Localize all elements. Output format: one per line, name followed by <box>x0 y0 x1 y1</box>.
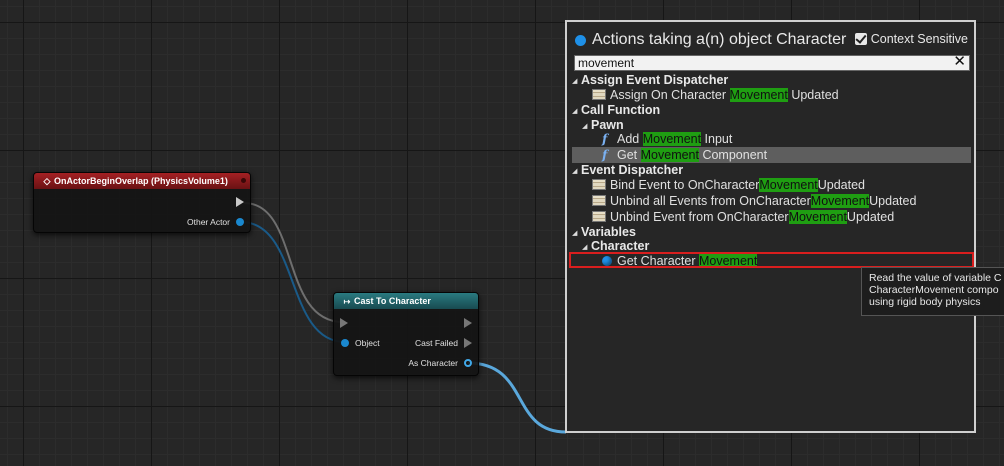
event-dispatcher-icon <box>592 211 606 222</box>
tree-category[interactable]: ◢ Call Function <box>572 102 971 118</box>
event-dispatcher-icon <box>592 89 606 100</box>
event-dispatcher-icon <box>592 179 606 190</box>
event-node-title: OnActorBeginOverlap (PhysicsVolume1) <box>54 176 228 186</box>
category-label: Assign Event Dispatcher <box>581 73 729 87</box>
as-character-label: As Character <box>408 358 458 368</box>
search-match-highlight: Movement <box>642 132 702 146</box>
action-item[interactable]: Assign On Character Movement Updated <box>572 87 971 103</box>
action-label-text: Updated <box>869 194 917 208</box>
action-item[interactable]: Bind Event to OnCharacterMovementUpdated <box>572 177 971 193</box>
action-item[interactable]: f Get Movement Component <box>572 147 971 163</box>
event-replication-icon <box>241 178 246 183</box>
tooltip-line: Read the value of variable C <box>869 272 1002 284</box>
tooltip-line: CharacterMovement compo <box>869 284 999 296</box>
exec-wire <box>243 202 344 323</box>
actions-menu-panel[interactable]: Actions taking a(n) object Character Con… <box>565 20 976 433</box>
category-label: Pawn <box>591 118 624 132</box>
search-input-value: movement <box>578 56 635 70</box>
action-label-text: Unbind Event from OnCharacter <box>610 210 789 224</box>
search-input[interactable]: movement ✕ <box>574 54 970 71</box>
action-label-text: Component <box>698 148 768 162</box>
cast-node-header[interactable]: ↦ Cast To Character <box>334 293 478 309</box>
tree-category[interactable]: ◢ Event Dispatcher <box>572 162 971 178</box>
exec-in-pin-icon[interactable] <box>340 318 348 328</box>
other-actor-pin-row[interactable]: Other Actor <box>187 217 244 227</box>
object-pin-row[interactable]: Object <box>341 338 380 348</box>
cast-failed-pin-row[interactable]: Cast Failed <box>415 338 472 348</box>
event-dispatcher-icon <box>592 195 606 206</box>
category-label: Variables <box>581 225 636 239</box>
object-label: Object <box>355 338 380 348</box>
tree-category[interactable]: ◢ Assign Event Dispatcher <box>572 72 971 88</box>
action-label-text: Assign On Character <box>610 88 730 102</box>
cast-node-title: Cast To Character <box>354 296 431 306</box>
as-character-wire <box>467 361 567 434</box>
context-sensitive-label: Context Sensitive <box>870 32 968 46</box>
cast-arrow-icon: ↦ <box>343 297 351 306</box>
cast-failed-label: Cast Failed <box>415 338 458 348</box>
object-type-dot-icon <box>575 34 586 46</box>
exec-out-pin-icon[interactable] <box>464 318 472 328</box>
other-actor-label: Other Actor <box>187 217 230 227</box>
other-actor-wire <box>240 221 346 343</box>
action-label-text: Bind Event to OnCharacter <box>610 178 760 192</box>
exec-out-pin-icon[interactable] <box>236 197 244 207</box>
category-label: Event Dispatcher <box>581 163 684 177</box>
category-label: Character <box>591 239 650 253</box>
category-label: Call Function <box>581 103 661 117</box>
search-match-highlight: Movement <box>729 88 788 102</box>
highlight-annotation-box <box>569 252 974 268</box>
event-node-header[interactable]: ◇ OnActorBeginOverlap (PhysicsVolume1) <box>34 173 250 189</box>
as-character-pin-row[interactable]: As Character <box>408 358 472 368</box>
panel-title: Actions taking a(n) object Character <box>592 31 847 48</box>
cast-failed-pin-icon[interactable] <box>464 338 472 348</box>
function-icon: f <box>602 147 608 162</box>
other-actor-pin-icon[interactable] <box>236 218 244 226</box>
cast-exec-in[interactable] <box>340 318 348 328</box>
action-item[interactable]: f Add Movement Input <box>572 131 971 147</box>
cast-exec-out[interactable] <box>464 318 472 328</box>
context-sensitive-toggle[interactable]: Context Sensitive <box>854 32 968 46</box>
search-match-highlight: Movement <box>640 148 699 162</box>
action-label-text: Updated <box>787 88 839 102</box>
action-label-text: Updated <box>846 210 895 224</box>
search-match-highlight: Movement <box>759 178 818 192</box>
event-exec-out[interactable] <box>236 197 244 207</box>
function-icon: f <box>602 131 608 146</box>
clear-search-icon[interactable]: ✕ <box>953 54 966 69</box>
action-label-text: Input <box>701 132 733 146</box>
action-label-text: Add <box>617 132 643 146</box>
as-character-pin-icon[interactable] <box>464 359 472 367</box>
action-label-text: Unbind all Events from OnCharacter <box>610 194 811 208</box>
context-sensitive-checkbox[interactable] <box>854 33 867 45</box>
action-item[interactable]: Unbind Event from OnCharacterMovementUpd… <box>572 209 971 225</box>
object-pin-icon[interactable] <box>341 339 349 347</box>
search-match-highlight: Movement <box>810 194 870 208</box>
event-node-on-actor-begin-overlap[interactable]: ◇ OnActorBeginOverlap (PhysicsVolume1) Ot… <box>33 172 251 233</box>
search-match-highlight: Movement <box>788 210 847 224</box>
cast-to-character-node[interactable]: ↦ Cast To Character Object Cast Failed As… <box>333 292 479 376</box>
panel-title-row: Actions taking a(n) object Character <box>575 31 846 49</box>
tooltip-line: using rigid body physics <box>869 296 981 308</box>
action-label-text: Get <box>617 148 641 162</box>
action-label-text: Updated <box>817 178 866 192</box>
item-tooltip: Read the value of variable C CharacterMo… <box>861 267 1004 316</box>
action-item[interactable]: Unbind all Events from OnCharacterMoveme… <box>572 193 971 209</box>
event-diamond-icon: ◇ <box>43 176 51 186</box>
